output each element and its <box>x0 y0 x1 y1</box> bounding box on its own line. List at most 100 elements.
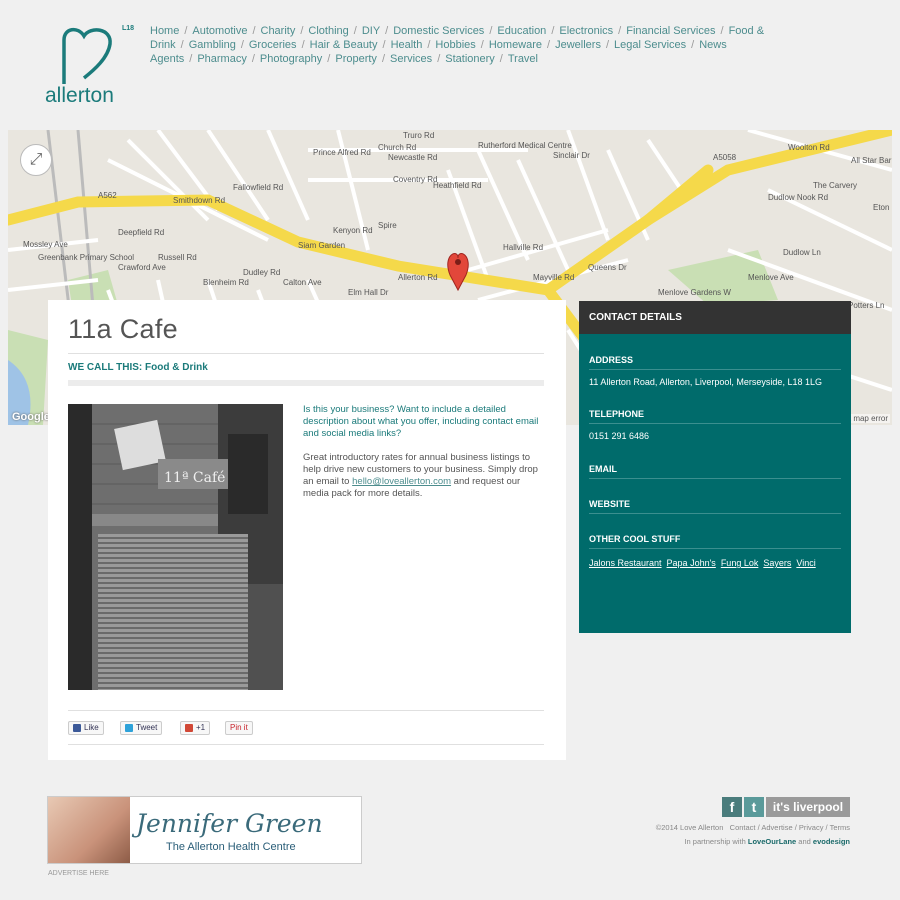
nav-item-automotive[interactable]: Automotive <box>192 25 247 37</box>
nav-separator: / <box>489 25 493 37</box>
map-label: Deepfield Rd <box>118 228 164 237</box>
its-liverpool-logo[interactable]: it's liverpool <box>766 797 850 817</box>
nav-item-gambling[interactable]: Gambling <box>189 39 236 51</box>
nav-separator: / <box>618 25 622 37</box>
divider <box>589 369 841 370</box>
advertise-here-link[interactable]: ADVERTISE HERE <box>48 870 109 877</box>
other-link-jalons-restaurant[interactable]: Jalons Restaurant <box>589 558 662 568</box>
map-label: Hallville Rd <box>503 243 543 252</box>
site-logo[interactable]: L18 allerton <box>44 22 144 107</box>
nav-item-charity[interactable]: Charity <box>261 25 296 37</box>
social-links: f t it's liverpool <box>722 797 850 817</box>
map-label: Rutherford Medical Centre <box>478 141 572 150</box>
divider <box>589 478 841 479</box>
nav-separator: / <box>327 53 331 65</box>
nav-item-jewellers[interactable]: Jewellers <box>555 39 601 51</box>
pricing-text: Great introductory rates for annual busi… <box>303 452 543 500</box>
map-label: Mossley Ave <box>23 240 68 249</box>
nav-item-hobbies[interactable]: Hobbies <box>435 39 475 51</box>
other-stuff-links: Jalons Restaurant Papa John's Fung Lok Saye… <box>589 558 816 568</box>
category-line: WE CALL THIS: Food & Drink <box>68 362 208 373</box>
divider <box>68 744 544 745</box>
nav-item-legal-services[interactable]: Legal Services <box>614 39 686 51</box>
map-label: All Star Barber Shop <box>851 156 892 165</box>
nav-item-stationery[interactable]: Stationery <box>445 53 495 65</box>
nav-item-services[interactable]: Services <box>390 53 432 65</box>
tweet-button[interactable]: Tweet <box>120 721 163 735</box>
pin-label: Pin it <box>230 723 248 732</box>
nav-separator: / <box>427 39 431 51</box>
other-link-vinci[interactable]: Vinci <box>796 558 815 568</box>
contact-panel: CONTACT DETAILS ADDRESS 11 Allerton Road… <box>579 301 851 633</box>
nav-separator: / <box>480 39 484 51</box>
nav-separator: / <box>381 53 385 65</box>
nav-item-groceries[interactable]: Groceries <box>249 39 297 51</box>
heart-logo-icon: L18 allerton <box>45 25 134 107</box>
telephone-value[interactable]: 0151 291 6486 <box>589 431 649 441</box>
pinterest-button[interactable]: Pin it <box>225 721 253 735</box>
nav-item-home[interactable]: Home <box>150 25 179 37</box>
nav-item-photography[interactable]: Photography <box>260 53 322 65</box>
nav-separator: / <box>385 25 389 37</box>
category-label: WE CALL THIS: <box>68 362 143 373</box>
map-label: Eton Pla <box>873 203 892 212</box>
map-label: Newcastle Rd <box>388 153 437 162</box>
map-label: Siam Garden <box>298 241 345 250</box>
nav-item-electronics[interactable]: Electronics <box>559 25 613 37</box>
business-photo: 11ª Café <box>68 404 283 690</box>
google-attribution[interactable]: Google <box>12 411 50 423</box>
other-stuff-label: OTHER COOL STUFF <box>589 534 681 544</box>
footer-links[interactable]: Contact / Advertise / Privacy / Terms <box>730 823 850 832</box>
twitter-icon[interactable]: t <box>744 797 764 817</box>
nav-item-education[interactable]: Education <box>497 25 546 37</box>
nav-separator: / <box>720 25 724 37</box>
nav-item-homeware[interactable]: Homeware <box>489 39 542 51</box>
nav-separator: / <box>180 39 184 51</box>
advert-subtitle: The Allerton Health Centre <box>166 841 296 853</box>
map-label: Potters Ln <box>848 301 884 310</box>
nav-item-financial-services[interactable]: Financial Services <box>626 25 715 37</box>
nav-item-hair-beauty[interactable]: Hair & Beauty <box>310 39 378 51</box>
map-label: Spire <box>378 221 397 230</box>
nav-item-health[interactable]: Health <box>391 39 423 51</box>
map-label: Dudley Rd <box>243 268 280 277</box>
nav-item-clothing[interactable]: Clothing <box>308 25 348 37</box>
facebook-like-button[interactable]: Like <box>68 721 104 735</box>
map-label: Truro Rd <box>403 131 434 140</box>
map-fullscreen-icon[interactable]: ⤢ <box>20 144 52 176</box>
map-label: Church Rd <box>378 143 416 152</box>
category-value[interactable]: Food & Drink <box>145 362 208 373</box>
map-label: Allerton Rd <box>398 273 438 282</box>
advert-banner[interactable]: Jennifer Green The Allerton Health Centr… <box>47 796 362 864</box>
logo-text: allerton <box>45 84 114 106</box>
business-description: Is this your business? Want to include a… <box>303 404 543 500</box>
partner-loveourlane-link[interactable]: LoveOurLane <box>748 837 796 846</box>
map-label: Queens Dr <box>588 263 627 272</box>
map-label: Calton Ave <box>283 278 322 287</box>
nav-separator: / <box>184 25 188 37</box>
address-label: ADDRESS <box>589 355 634 365</box>
business-card: 11a Cafe WE CALL THIS: Food & Drink 11ª … <box>48 300 566 760</box>
business-name: 11a Cafe <box>68 314 178 344</box>
twitter-icon <box>125 724 133 732</box>
nav-item-pharmacy[interactable]: Pharmacy <box>197 53 247 65</box>
other-link-sayers[interactable]: Sayers <box>763 558 791 568</box>
google-plus-button[interactable]: +1 <box>180 721 211 735</box>
nav-item-travel[interactable]: Travel <box>508 53 538 65</box>
map-label: A5058 <box>713 153 737 162</box>
facebook-icon[interactable]: f <box>722 797 742 817</box>
divider <box>68 353 544 354</box>
nav-item-property[interactable]: Property <box>335 53 377 65</box>
partner-prefix: In partnership with <box>684 837 746 846</box>
other-link-fung-lok[interactable]: Fung Lok <box>721 558 759 568</box>
partner-evodesign-link[interactable]: evodesign <box>813 837 850 846</box>
map-label: Sinclair Dr <box>553 151 590 160</box>
advert-name: Jennifer Green <box>136 809 323 838</box>
telephone-label: TELEPHONE <box>589 409 645 419</box>
map-label: Mayville Rd <box>533 273 574 282</box>
other-link-papa-john-s[interactable]: Papa John's <box>667 558 716 568</box>
nav-item-domestic-services[interactable]: Domestic Services <box>393 25 484 37</box>
nav-separator: / <box>691 39 695 51</box>
nav-item-diy[interactable]: DIY <box>362 25 380 37</box>
email-link[interactable]: hello@loveallerton.com <box>352 476 451 487</box>
